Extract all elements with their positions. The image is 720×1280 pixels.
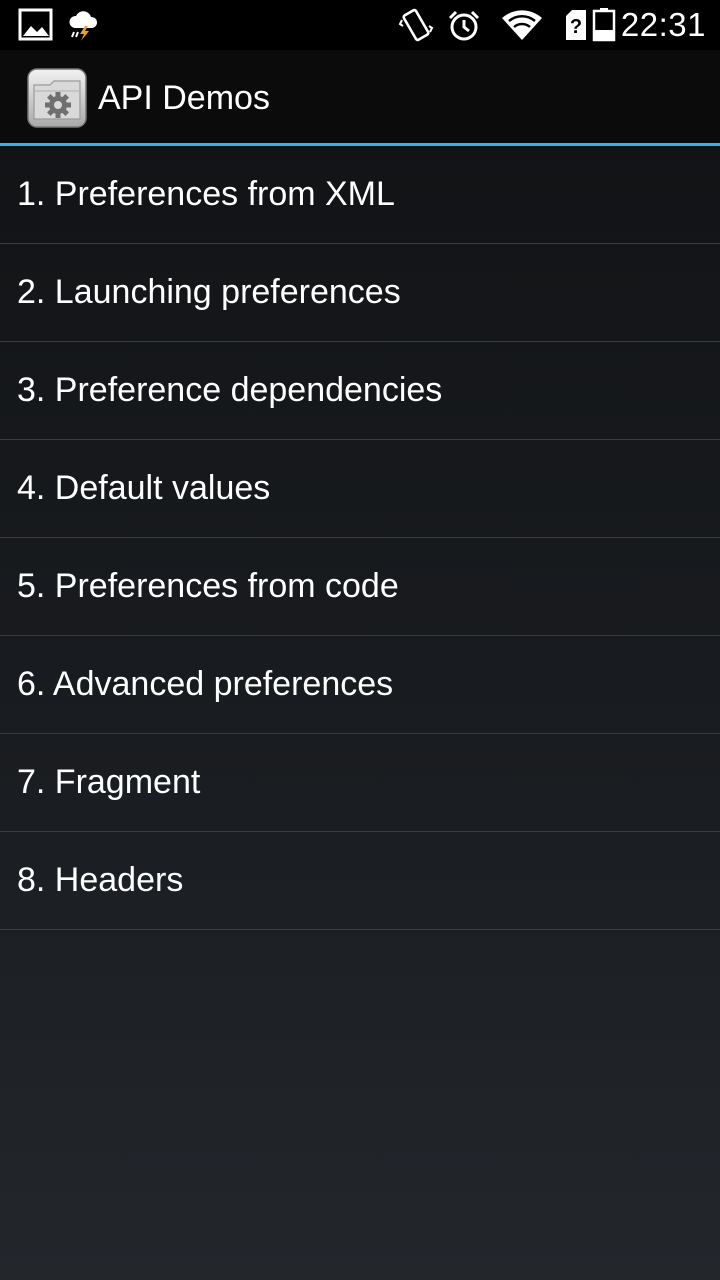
- list-item-label: 7. Fragment: [17, 763, 201, 801]
- status-bar: ? 22:31: [0, 0, 720, 50]
- app-title: API Demos: [98, 79, 270, 117]
- list-item-label: 8. Headers: [17, 861, 184, 899]
- battery-icon: [592, 8, 616, 42]
- no-sim-icon: ?: [566, 10, 586, 40]
- list-item-headers[interactable]: 8. Headers: [0, 832, 720, 930]
- list-item-label: 4. Default values: [17, 469, 271, 507]
- vibrate-icon: [398, 8, 434, 42]
- gallery-icon: [18, 8, 53, 41]
- list-item-default-values[interactable]: 4. Default values: [0, 440, 720, 538]
- action-bar: API Demos: [0, 50, 720, 143]
- preference-list: 1. Preferences from XML 2. Launching pre…: [0, 146, 720, 930]
- list-item-preferences-from-xml[interactable]: 1. Preferences from XML: [0, 146, 720, 244]
- list-item-label: 3. Preference dependencies: [17, 371, 443, 409]
- wifi-icon: [502, 10, 542, 40]
- list-item-label: 1. Preferences from XML: [17, 175, 395, 213]
- svg-text:?: ?: [570, 16, 582, 38]
- list-item-preferences-from-code[interactable]: 5. Preferences from code: [0, 538, 720, 636]
- list-item-label: 5. Preferences from code: [17, 567, 399, 605]
- list-item-launching-preferences[interactable]: 2. Launching preferences: [0, 244, 720, 342]
- list-item-label: 2. Launching preferences: [17, 273, 401, 311]
- list-item-advanced-preferences[interactable]: 6. Advanced preferences: [0, 636, 720, 734]
- status-time: 22:31: [620, 6, 706, 43]
- list-item-fragment[interactable]: 7. Fragment: [0, 734, 720, 832]
- list-item-label: 6. Advanced preferences: [17, 665, 394, 703]
- storm-weather-icon: [69, 11, 98, 41]
- list-item-preference-dependencies[interactable]: 3. Preference dependencies: [0, 342, 720, 440]
- settings-folder-icon[interactable]: [26, 67, 88, 129]
- alarm-icon: [448, 10, 480, 41]
